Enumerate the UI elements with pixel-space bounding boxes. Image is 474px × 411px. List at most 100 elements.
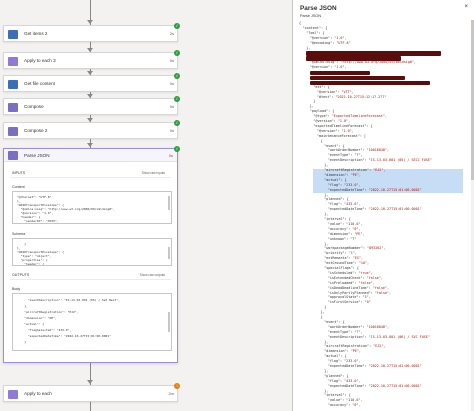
step-duration: 0s [169,128,174,133]
code-line: "senderID": "XXXX", [17,219,59,223]
step-duration: 0s [169,58,174,63]
json-line: "planned": { [324,373,349,378]
code-line: "header": { [17,262,45,266]
step-apply-to-each[interactable]: Apply to each 2m ! [3,383,180,402]
json-line: "@version": "1.0", [309,35,347,40]
json-line: { [299,21,302,25]
step-apply-to-each-3[interactable]: Apply to each 3 0s ✓ [3,50,180,69]
json-line: "workpackageNumber": "893262", [324,246,386,251]
json-line: "actual": { [324,354,347,359]
step-compose-2[interactable]: Compose 2 0s ✓ [3,120,180,139]
json-line: "maintenanceForecast": [ [317,133,366,138]
step-title: Get file content [24,81,55,86]
json-line: "dimension": "PE", [324,349,361,354]
code-line: "flagSelected": "233-0", [17,328,72,332]
code-line: "actual": { [17,322,45,326]
json-line: }, [324,163,329,168]
json-line: }, [324,241,329,246]
step-compose[interactable]: Compose 0s ✓ [3,96,180,115]
show-raw-outputs-link[interactable]: Show raw outputs [140,273,165,277]
json-line: { [320,138,323,143]
json-line: "eventType": "T", [327,329,363,334]
json-line: "aircraftRegistration": "EJ2", [324,168,386,172]
json-line: "expectedDateTime": "2022-10-27T15:01:00… [327,383,422,388]
code-line: "eventDescription": "IS-13-03-001 (05) /… [17,298,120,302]
redacted-block [309,71,370,76]
redacted-block [306,51,442,56]
json-line: "isDeadDeadlineTime": "false", [327,285,390,290]
json-line: "specialFlags": { [324,266,359,270]
connector-arrow [87,380,93,384]
json-line: "flag": "233-0", [327,182,361,187]
json-line: "isPreloaded": "false", [327,280,375,285]
json-line: "unknown": "T" [327,236,357,241]
json-line: "approvalState": "3", [327,295,371,300]
step-duration: 0s [168,153,173,158]
code-line: "@charset": "UTF-8" [17,195,52,199]
step-title: Get items 2 [24,31,48,36]
inputs-label: INPUTS [12,171,26,175]
json-line: "accuracy": "0", [327,403,361,408]
step-duration: 2s [169,31,174,36]
connector-arrow [87,143,93,147]
json-line: "@version": "1.0", [317,128,354,133]
json-line: "priority": "1", [324,251,357,256]
json-line: "expectedDateTime": "2022-10-27T15:01:00… [327,207,422,212]
step-title: Compose 2 [24,128,48,133]
content-code-box[interactable]: "@charset": "UTF-8" }, "mRIDTransportEnv… [12,191,172,224]
show-raw-inputs-link[interactable]: Show raw inputs [142,171,165,175]
schema-label: Schema [12,232,26,236]
connector-arrow [87,20,93,24]
step-get-items-2[interactable]: Get items 2 2s ✓ [3,23,180,42]
scrollbar[interactable] [168,312,170,332]
json-line: "isScheduled": "true", [327,270,373,275]
json-line: }, [324,212,329,217]
json-line: "interval": { [324,393,351,398]
panel-subtitle: Parse JSON [300,14,322,18]
json-line: "exportedTimelineForecast": { [313,123,373,128]
scrollbar[interactable] [168,247,170,259]
sharepoint-icon [8,80,18,89]
parse-json-panel: Parse JSON × Parse JSON {"content": {"?x… [292,0,474,411]
json-line: } [313,99,316,104]
content-label: Content [12,185,25,189]
success-check-icon: ✓ [174,23,180,29]
json-line: "dimension": "PE", [324,172,361,177]
step-title: Apply to each [24,391,52,396]
step-parse-json[interactable]: Parse JSON 0s ✓ INPUTS Show raw inputs C… [3,146,180,363]
success-check-icon: ✓ [174,73,180,79]
close-icon[interactable]: × [464,4,468,10]
step-duration: 0s [169,81,174,86]
json-line: { [320,315,323,319]
compose-icon [8,103,18,112]
compose-icon [8,127,18,136]
data-operation-icon [8,151,18,160]
flow-canvas: Get items 2 2s ✓ Apply to each 3 0s ✓ Ge… [0,0,292,411]
code-line: "dimension": "PE", [17,316,57,320]
loop-icon [8,390,18,399]
sharepoint-icon [8,30,18,39]
json-line: "workOrderNumber": "10016848", [327,324,390,329]
step-get-file-content[interactable]: Get file content 0s ✓ [3,73,180,92]
json-line: "payload": { [309,109,335,114]
json-line: "dimension": "PE", [327,231,365,236]
divider [10,279,171,280]
schema-code-box[interactable]: } }, "mRIDTransportEnvelope": { "type": … [12,238,172,266]
scrollbar[interactable] [168,196,170,210]
json-viewer[interactable]: {"content": {"?xml": {"@version": "1.0",… [299,20,474,411]
divider [10,177,171,178]
redacted-block [309,75,405,81]
json-line: "extRemarks": "ES", [324,256,363,261]
json-line: "extGroundTime": "10", [324,261,370,266]
body-code-box[interactable]: "eventDescription": "IS-13-03-001 (05) /… [12,293,172,351]
json-line: "expectedDateTime": "2022-10-27T15:01:00… [327,364,422,368]
json-line: "isFirstService": "0" [327,300,371,305]
json-line: "interval": { [324,217,351,221]
json-line: "event": { [324,319,345,324]
json-line: }, [306,45,311,50]
json-line: "expectedDateTime": "2022-10-27T15:01:00… [327,187,422,192]
step-title: Apply to each 3 [24,58,56,63]
json-line: } [324,305,327,310]
code-line: "aircraftRegistration": "EJ2", [17,310,79,314]
json-line: "isOnlyPartlyPlanned": "false", [327,290,392,295]
